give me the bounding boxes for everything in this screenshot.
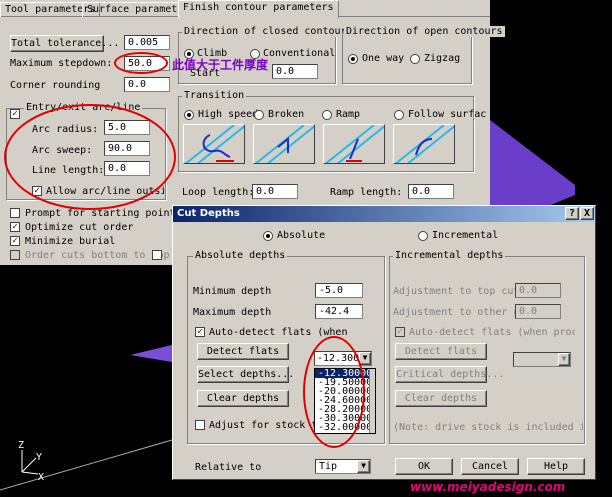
loop-length-label: Loop length:: [182, 187, 255, 198]
ramp-length-field[interactable]: 0.0: [408, 184, 454, 199]
order-cuts-label: Order cuts bottom to top: [25, 250, 170, 261]
ok-button[interactable]: OK: [395, 458, 453, 475]
min-depth-field[interactable]: -5.0: [315, 283, 363, 298]
axis-triad-icon: [21, 450, 39, 475]
ramp-label: Ramp: [336, 109, 361, 120]
absolute-radio[interactable]: [263, 231, 273, 241]
corner-rounding-label: Corner rounding: [10, 80, 101, 91]
inc-auto-detect-checkbox[interactable]: ✓: [395, 327, 405, 337]
clear-depths-button[interactable]: Clear depths: [197, 390, 289, 407]
high-speed-transition-icon[interactable]: [183, 124, 245, 164]
broken-transition-icon[interactable]: [253, 124, 315, 164]
inc-detect-flats-button[interactable]: Detect flats: [395, 343, 487, 360]
select-depths-button[interactable]: Select depths...: [197, 366, 294, 383]
minimize-burial-checkbox[interactable]: ✓: [10, 236, 20, 246]
depth-list-highlight-ellipse: [303, 336, 365, 448]
optimize-cut-label: Optimize cut order: [25, 222, 134, 233]
broken-label: Broken: [268, 109, 305, 120]
adj-other-field[interactable]: 0.0: [515, 304, 561, 319]
watermark-text: www.meiyadesign.com: [410, 480, 566, 494]
entry-exit-checkbox[interactable]: ✓: [10, 109, 20, 119]
depth-list-scrollbar[interactable]: [369, 369, 375, 433]
closed-contours-title: Direction of closed contours: [182, 26, 355, 37]
tab-bar: Tool parameters Surface parameters Finis…: [0, 0, 490, 18]
order-cuts-checkbox[interactable]: [10, 250, 20, 260]
minimize-burial-label: Minimize burial: [25, 236, 116, 247]
ramp-radio[interactable]: [322, 110, 332, 120]
prompt-start-checkbox[interactable]: [10, 208, 20, 218]
ramp-length-label: Ramp length:: [330, 187, 403, 198]
stepdown-highlight-ellipse: [114, 52, 168, 74]
corner-rounding-field[interactable]: 0.0: [124, 77, 170, 92]
critical-depths-button[interactable]: Critical depths...: [395, 366, 504, 383]
auto-detect-checkbox[interactable]: ✓: [195, 327, 205, 337]
incremental-label: Incremental: [432, 230, 499, 241]
tab-finish-contour[interactable]: Finish contour parameters: [178, 0, 339, 18]
note-text: (Note: drive stock is included in: [393, 422, 583, 433]
follow-surface-label: Follow surfac: [408, 109, 487, 120]
conventional-label: Conventional: [263, 48, 336, 59]
adjust-stock-checkbox[interactable]: [195, 420, 205, 430]
inc-auto-detect-label: Auto-detect flats (when proce: [409, 327, 575, 338]
annotation-text: 此值大于工件厚度: [172, 58, 269, 72]
optimize-cut-checkbox[interactable]: ✓: [10, 222, 20, 232]
max-stepdown-label: Maximum stepdown:: [10, 58, 113, 69]
adjust-stock-label: Adjust for stock to le: [209, 420, 315, 431]
order-cuts-extra-checkbox[interactable]: [152, 250, 162, 260]
loop-length-field[interactable]: 0.0: [252, 184, 298, 199]
high-speed-label: High speed: [198, 109, 259, 120]
broken-radio[interactable]: [254, 110, 264, 120]
start-field[interactable]: 0.0: [272, 64, 318, 79]
inc-clear-depths-button[interactable]: Clear depths: [395, 390, 487, 407]
cancel-button[interactable]: Cancel: [461, 458, 519, 475]
inc-combo-chevron-down-icon[interactable]: ▼: [558, 353, 570, 366]
zigzag-label: Zigzag: [424, 53, 461, 64]
total-tolerance-field[interactable]: 0.005: [124, 35, 170, 50]
absolute-depths-title: Absolute depths: [193, 250, 288, 261]
prompt-start-label: Prompt for starting point: [25, 208, 176, 219]
zigzag-radio[interactable]: [410, 54, 420, 64]
high-speed-radio[interactable]: [184, 110, 194, 120]
incremental-depths-title: Incremental depths: [393, 250, 506, 261]
help-button[interactable]: Help: [527, 458, 585, 475]
entry-exit-highlight-ellipse: [4, 104, 176, 210]
incremental-radio[interactable]: [418, 231, 428, 241]
one-way-radio[interactable]: [348, 54, 358, 64]
cut-depths-title-bar: Cut Depths: [173, 206, 595, 222]
one-way-label: One way: [362, 53, 405, 64]
help-title-button[interactable]: ?: [565, 207, 579, 220]
cut-depths-dialog: Cut Depths ? X Absolute Incremental Abso…: [172, 205, 596, 480]
follow-surface-icon[interactable]: [393, 124, 455, 164]
relative-to-label: Relative to: [195, 462, 262, 473]
adj-top-field[interactable]: 0.0: [515, 283, 561, 298]
absolute-label: Absolute: [277, 230, 326, 241]
min-depth-label: Minimum depth: [193, 286, 272, 297]
transition-title: Transition: [182, 90, 247, 101]
cut-depths-title: Cut Depths: [177, 208, 240, 219]
ramp-transition-icon[interactable]: [323, 124, 385, 164]
relative-to-chevron-down-icon[interactable]: ▼: [357, 460, 370, 473]
total-tolerance-button[interactable]: Total tolerance...: [10, 35, 119, 52]
detect-flats-button[interactable]: Detect flats: [197, 343, 289, 360]
max-depth-label: Maximum depth: [193, 307, 272, 318]
follow-surface-radio[interactable]: [394, 110, 404, 120]
adj-top-label: Adjustment to top cut: [393, 286, 520, 297]
close-title-button[interactable]: X: [580, 207, 594, 220]
max-depth-field[interactable]: -42.4: [315, 304, 363, 319]
open-contours-title: Direction of open contours: [344, 26, 505, 37]
